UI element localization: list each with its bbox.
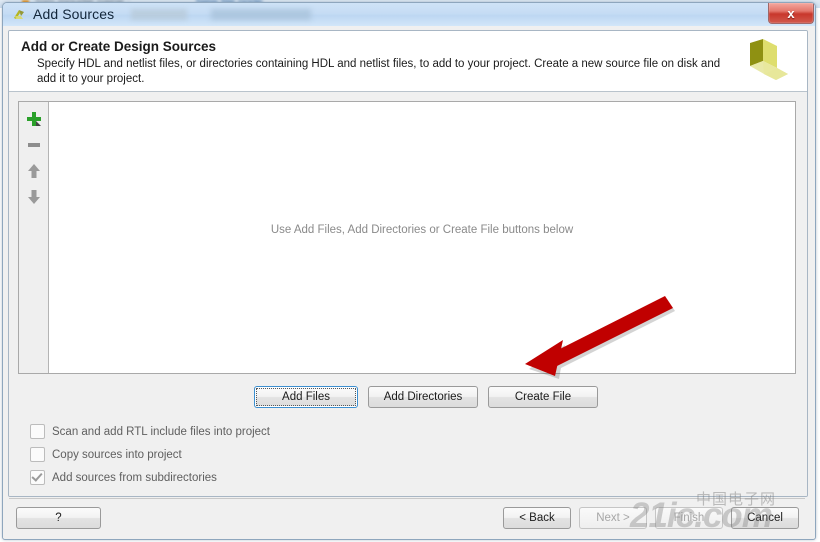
- add-directories-button[interactable]: Add Directories: [368, 386, 478, 408]
- move-down-button[interactable]: [19, 184, 49, 210]
- checkbox-box: [30, 424, 45, 439]
- add-subdirectories-checkbox[interactable]: Add sources from subdirectories: [30, 466, 270, 489]
- create-file-button[interactable]: Create File: [488, 386, 598, 408]
- cancel-button-label: Cancel: [747, 512, 783, 524]
- footer-separator: [9, 498, 805, 499]
- plus-icon: [27, 112, 41, 126]
- titlebar-blur-a: [131, 9, 187, 20]
- help-button[interactable]: ?: [16, 507, 101, 529]
- scan-rtl-include-label: Scan and add RTL include files into proj…: [52, 425, 270, 438]
- scan-rtl-include-checkbox[interactable]: Scan and add RTL include files into proj…: [30, 420, 270, 443]
- dialog-body: Use Add Files, Add Directories or Create…: [9, 92, 807, 496]
- back-button-label: < Back: [519, 512, 555, 524]
- add-sources-dialog: Add Sources x Add or Create Design Sourc…: [2, 2, 816, 540]
- page-description: Specify HDL and netlist files, or direct…: [37, 58, 721, 85]
- next-button: Next >: [579, 507, 647, 529]
- add-subdirectories-label: Add sources from subdirectories: [52, 471, 217, 484]
- dialog-content-panel: Add or Create Design Sources Specify HDL…: [8, 30, 808, 497]
- xilinx-logo: [750, 39, 788, 80]
- remove-button[interactable]: [19, 132, 49, 158]
- page-title: Add or Create Design Sources: [21, 39, 217, 54]
- window-title: Add Sources: [33, 6, 115, 22]
- empty-list-message: Use Add Files, Add Directories or Create…: [270, 224, 574, 236]
- dialog-header: Add or Create Design Sources Specify HDL…: [9, 31, 807, 92]
- copy-sources-label: Copy sources into project: [52, 448, 182, 461]
- cancel-button[interactable]: Cancel: [731, 507, 799, 529]
- next-button-label: Next >: [596, 512, 630, 524]
- create-file-button-wrap: Create File: [488, 386, 598, 408]
- finish-button-label: Finish: [673, 512, 705, 524]
- add-files-button-wrap: Add Files: [254, 386, 358, 408]
- dialog-client-area: Add or Create Design Sources Specify HDL…: [3, 26, 815, 538]
- sources-list[interactable]: Use Add Files, Add Directories or Create…: [49, 102, 795, 373]
- arrow-up-icon: [28, 164, 40, 178]
- screenshot-root: Tom moudie naine : New file node Add Sou…: [0, 0, 820, 542]
- checkbox-box: [30, 447, 45, 462]
- add-directories-button-wrap: Add Directories: [368, 386, 478, 408]
- dialog-footer: ? < Back Next > Finish Cancel: [8, 498, 808, 538]
- list-toolbar: [19, 102, 49, 373]
- back-button[interactable]: < Back: [503, 507, 571, 529]
- copy-sources-checkbox[interactable]: Copy sources into project: [30, 443, 270, 466]
- move-up-button[interactable]: [19, 158, 49, 184]
- titlebar-blur-b: [211, 9, 311, 20]
- title-bar: Add Sources x: [3, 3, 815, 27]
- close-icon: x: [787, 5, 795, 21]
- options-group: Scan and add RTL include files into proj…: [30, 420, 270, 489]
- arrow-down-icon: [28, 190, 40, 204]
- wizard-nav-buttons: < Back Next > Finish Cancel: [503, 507, 799, 529]
- close-button[interactable]: x: [768, 3, 814, 24]
- add-files-button[interactable]: Add Files: [254, 386, 358, 408]
- minus-icon: [28, 143, 40, 147]
- sources-list-panel: Use Add Files, Add Directories or Create…: [18, 101, 796, 374]
- vivado-app-icon: [14, 10, 24, 19]
- source-action-buttons: Add Files Add Directories Create File: [254, 386, 598, 408]
- checkbox-box-checked: [30, 470, 45, 485]
- add-button[interactable]: [19, 106, 49, 132]
- finish-button: Finish: [655, 507, 723, 529]
